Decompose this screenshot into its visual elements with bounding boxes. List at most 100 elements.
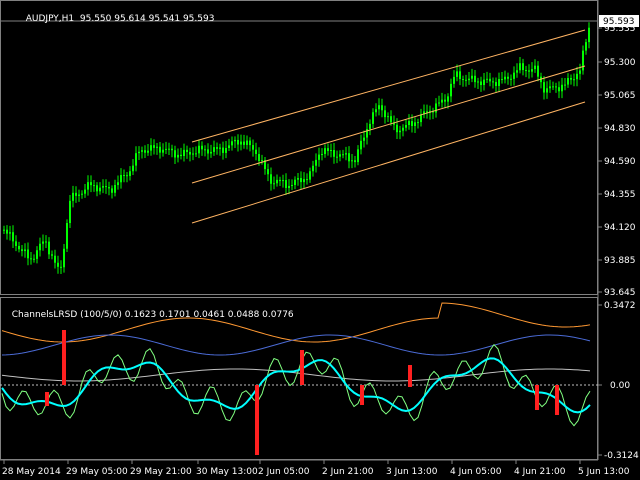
candle-body <box>177 154 179 158</box>
candle-body <box>279 179 281 182</box>
current-price-label: 95.593 <box>603 17 635 27</box>
candle-body <box>570 78 572 80</box>
candle-body <box>273 183 275 185</box>
candle-body <box>111 188 113 193</box>
candle-body <box>219 147 221 149</box>
candle-body <box>315 159 317 166</box>
indicator-tick-label: -0.3124 <box>604 451 639 461</box>
candle-body <box>498 79 500 86</box>
candle-body <box>171 148 173 151</box>
candle-body <box>9 232 11 234</box>
candle-body <box>543 82 545 93</box>
price-tick-label: 94.355 <box>604 190 636 200</box>
candle-body <box>87 182 89 190</box>
candle-body <box>42 241 44 244</box>
candle-body <box>351 160 353 162</box>
candle-body <box>252 145 254 150</box>
indicator-tick-label: 0.00 <box>610 381 630 391</box>
candle-body <box>474 75 476 83</box>
candle-body <box>513 72 515 79</box>
indicator-values: 0.1623 0.1701 0.0461 0.0488 0.0776 <box>124 310 294 320</box>
time-tick-label: 29 May 05:00 <box>66 467 128 477</box>
candle-body <box>360 140 362 150</box>
candle-body <box>537 65 539 77</box>
candle-body <box>372 112 374 124</box>
candle-body <box>549 86 551 89</box>
indicator-header: ChannelsLRSD (100/5/0) 0.1623 0.1701 0.0… <box>6 300 294 320</box>
candle-body <box>198 145 200 154</box>
candle-body <box>510 78 512 80</box>
candle-body <box>471 75 473 79</box>
candle-body <box>156 146 158 148</box>
candle-body <box>294 179 296 186</box>
candle-body <box>195 153 197 155</box>
candle-body <box>201 145 203 150</box>
candle-body <box>390 116 392 123</box>
candle-body <box>126 175 128 177</box>
chart-canvas[interactable]: 95.53595.30095.06594.83094.59094.35594.1… <box>0 0 640 480</box>
candle-body <box>63 248 65 268</box>
histogram-bar <box>255 385 259 455</box>
candle-body <box>222 147 224 153</box>
candle-body <box>399 130 401 133</box>
candle-body <box>483 79 485 86</box>
time-tick-label: 28 May 2014 <box>2 467 61 477</box>
candle-body <box>312 165 314 172</box>
candle-body <box>561 84 563 92</box>
candle-body <box>501 79 503 81</box>
candle-body <box>576 73 578 80</box>
candle-body <box>270 174 272 184</box>
candle-body <box>138 151 140 154</box>
time-tick-label: 30 May 13:00 <box>196 467 258 477</box>
candle-body <box>567 78 569 85</box>
candle-body <box>183 149 185 157</box>
candle-body <box>297 178 299 180</box>
candle-body <box>465 79 467 81</box>
band-blue-line <box>1 334 591 356</box>
candle-body <box>210 151 212 154</box>
time-tick-label: 2 Jun 21:00 <box>322 467 374 477</box>
time-tick-label: 4 Jun 05:00 <box>450 467 502 477</box>
candle-body <box>132 165 134 172</box>
candle-body <box>342 154 344 156</box>
chart-window[interactable]: 95.535 95.300 95.065 94.830 94.590 94.355 94.1… <box>0 0 640 480</box>
candle-body <box>495 82 497 86</box>
histogram-bar <box>535 385 539 410</box>
candle-body <box>381 105 383 111</box>
candle-body <box>30 258 32 260</box>
candle-body <box>378 105 380 110</box>
histogram-bar <box>62 330 66 385</box>
candle-body <box>24 249 26 252</box>
candle-body <box>327 148 329 151</box>
candle-body <box>330 150 332 152</box>
candle-body <box>402 127 404 131</box>
time-tick-label: 5 Jun 13:00 <box>578 467 630 477</box>
candle-body <box>477 81 479 83</box>
candle-body <box>528 70 530 72</box>
candle-body <box>45 241 47 243</box>
candle-body <box>180 154 182 157</box>
candle-body <box>552 86 554 88</box>
candle-body <box>90 182 92 186</box>
regression-channel <box>191 29 586 224</box>
candle-body <box>57 262 59 267</box>
candle-body <box>102 186 104 188</box>
candle-body <box>555 86 557 88</box>
candle-body <box>369 123 371 130</box>
candle-body <box>72 192 74 201</box>
price-tick-label: 95.300 <box>604 58 636 68</box>
candle-body <box>417 122 419 124</box>
candle-body <box>36 250 38 259</box>
candle-body <box>243 141 245 145</box>
candle-body <box>240 141 242 145</box>
candle-body <box>237 139 239 145</box>
candle-body <box>405 125 407 128</box>
candle-body <box>357 149 359 163</box>
candle-body <box>468 78 470 81</box>
candle-body <box>303 179 305 183</box>
candle-body <box>6 229 8 234</box>
candle-body <box>189 152 191 155</box>
candle-body <box>213 147 215 152</box>
candle-body <box>153 145 155 148</box>
candle-body <box>414 122 416 127</box>
